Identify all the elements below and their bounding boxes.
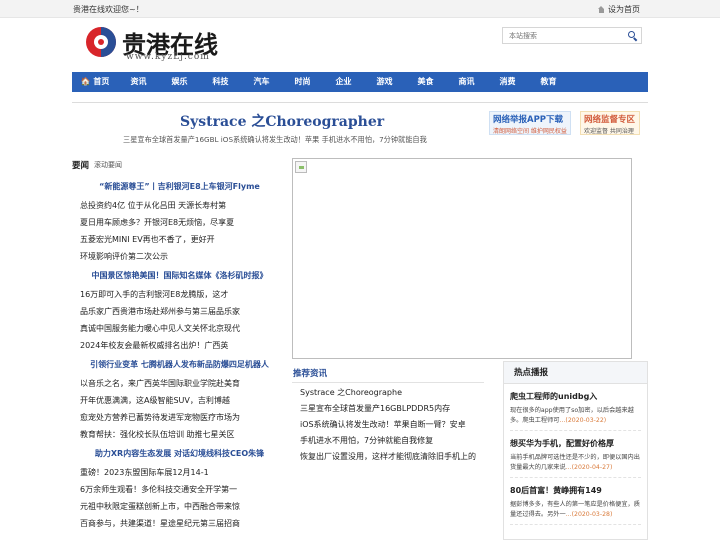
hot-entry-date: ...(2020-04-27) (565, 464, 613, 471)
broken-image-icon (295, 161, 307, 173)
news-section-sub[interactable]: 滚动要闻 (94, 160, 122, 170)
list-item[interactable]: 愈宠处方营养已蓄势待发进军宠物医疗市场为 (72, 409, 287, 426)
site-logo[interactable]: 贵港在线 www.kyzLj.com (86, 25, 226, 63)
news-section-title: 要闻 (72, 161, 90, 171)
nav-item-business[interactable]: 企业 (323, 72, 364, 92)
welcome-text: 贵港在线欢迎您~！ (73, 5, 144, 14)
nav-item-food[interactable]: 美食 (405, 72, 446, 92)
hot-entry: 80后首富！黄峥拥有149 据彭博多多，有些人的第一笔应是价格便宜，质量还过得去… (504, 482, 647, 525)
logo-domain: www.kyzLj.com (126, 52, 210, 62)
feature-headline[interactable]: 引领行业变革 七腾机器人发布新品防爆四足机器人 (72, 354, 287, 375)
hot-entry: 想买华为手机，配置好价格厚 当前手机品牌可选性还是不少的，即便以国内出货量最大的… (504, 435, 647, 478)
hot-entry-date: ...(2020-03-22) (559, 417, 607, 424)
supervision-sub: 欢迎监督 共同治理 (584, 128, 634, 135)
list-item[interactable]: 重磅！2023东盟国际车展12月14-1 (72, 464, 287, 481)
report-app-sub: 清朗网络空间 维护网民权益 (493, 128, 567, 135)
list-item[interactable]: 教育帮扶：强化校长队伍培训 助推七星关区 (72, 426, 287, 443)
list-item[interactable]: 真诚中国服务能力暖心中见人文关怀北京现代 (72, 320, 287, 337)
nav-item-fashion[interactable]: 时尚 (282, 72, 323, 92)
headline-title[interactable]: Systrace 之Choreographer (180, 111, 384, 131)
search-button[interactable] (628, 31, 638, 42)
search-input[interactable] (503, 28, 623, 43)
set-homepage-label: 设为首页 (608, 5, 640, 14)
feature-headline[interactable]: 助力XR内容生态发展 对话幻境线科技CEO朱锋 (72, 443, 287, 464)
list-item[interactable]: 2024年校友会最新权威排名出炉！广西英 (72, 337, 287, 354)
supervision-title: 网络监督专区 (584, 115, 636, 125)
report-app-banner[interactable]: 网络举报APP下载 清朗网络空间 维护网民权益 (489, 111, 571, 135)
hot-news-box: 热点播报 爬虫工程师的unidbg入 现在很多的app使用了so加密，以后会越来… (503, 361, 648, 540)
divider (72, 102, 648, 103)
set-homepage-link[interactable]: 设为首页 (598, 4, 640, 15)
list-item[interactable]: 五菱宏光MINI EV再也不香了，更好开 (72, 231, 287, 248)
nav-item-commerce[interactable]: 商讯 (446, 72, 487, 92)
list-item[interactable]: 恢复出厂设置没用，这样才能彻底清除旧手机上的 (292, 449, 484, 465)
nav-item-auto[interactable]: 汽车 (241, 72, 282, 92)
list-item[interactable]: iOS系统确认将发生改动！苹果自断一臂？安卓 (292, 417, 484, 433)
nav-item-consumer[interactable]: 消费 (487, 72, 528, 92)
feature-headline[interactable]: 中国景区惊艳美国！国际知名媒体《洛杉矶时报》 (72, 265, 287, 286)
slideshow-image[interactable] (292, 158, 632, 359)
report-app-title: 网络举报APP下载 (493, 115, 564, 125)
list-item[interactable]: 夏日用车顾虑多？开银河E8无烦恼，尽享夏 (72, 214, 287, 231)
logo-mark-icon (86, 27, 116, 57)
news-list: “新能源尊王”丨吉利银河E8上车银河Flyme 总投资约4亿 位于从化吕田 天源… (72, 176, 287, 532)
nav-item-home[interactable]: 🏠 首页 (72, 72, 118, 92)
search-box (502, 27, 642, 44)
list-item[interactable]: 手机进水不用怕，7分钟就能自我修复 (292, 433, 484, 449)
nav-item-education[interactable]: 教育 (528, 72, 569, 92)
list-item[interactable]: 以音乐之名，来广西英华国际职业学院赴美育 (72, 375, 287, 392)
supervision-banner[interactable]: 网络监督专区 欢迎监督 共同治理 (580, 111, 640, 135)
hot-entry-title[interactable]: 80后首富！黄峥拥有149 (510, 482, 641, 500)
top-bar: 贵港在线欢迎您~！ 设为首页 (0, 0, 720, 18)
nav-item-tech[interactable]: 科技 (200, 72, 241, 92)
list-item[interactable]: 16万即可入手的吉利银河E8龙腾版，这才 (72, 286, 287, 303)
recommend-box: 推荐资讯 Systrace 之Choreographe 三星宣布全球首发量产16… (292, 367, 484, 465)
nav-item-entertainment[interactable]: 娱乐 (159, 72, 200, 92)
hot-entry-title[interactable]: 爬虫工程师的unidbg入 (510, 388, 641, 406)
list-item[interactable]: 开年优惠满满，这A级智能SUV，吉利博越 (72, 392, 287, 409)
list-item[interactable]: 环境影响评价第二次公示 (72, 248, 287, 265)
list-item[interactable]: 6万余师生观看！多伦科技交通安全开学第一 (72, 481, 287, 498)
list-item[interactable]: 总投资约4亿 位于从化吕田 天源长寿村第 (72, 197, 287, 214)
hot-entry: 爬虫工程师的unidbg入 现在很多的app使用了so加密，以后会越来越多。爬虫… (504, 388, 647, 431)
main-nav: 🏠 首页 资讯 娱乐 科技 汽车 时尚 企业 游戏 美食 商讯 消费 教育 (72, 72, 648, 92)
nav-item-news[interactable]: 资讯 (118, 72, 159, 92)
list-item[interactable]: 百商参与，共建渠道！星途星纪元第三届招商 (72, 515, 287, 532)
list-item[interactable]: 品乐家广西贵港市场赴郑州参与第三届品乐家 (72, 303, 287, 320)
news-section-header: 要闻 滚动要闻 (72, 158, 282, 172)
house-icon (598, 6, 605, 13)
feature-headline[interactable]: “新能源尊王”丨吉利银河E8上车银河Flyme (72, 176, 287, 197)
hot-entry-date: ...(2020-03-28) (565, 511, 613, 518)
list-item[interactable]: 三星宣布全球首发量产16GBLPDDR5内存 (292, 401, 484, 417)
list-item[interactable]: Systrace 之Choreographe (292, 385, 484, 401)
headline-subtitle[interactable]: 三星宣布全球首发量产16GBL iOS系统确认将发生改动！苹果 手机进水不用怕，… (123, 135, 427, 145)
hot-news-title: 热点播报 (504, 362, 647, 384)
list-item[interactable]: 元祖中秋限定蛋糕创新上市，中西融合带来惊 (72, 498, 287, 515)
hot-entry-title[interactable]: 想买华为手机，配置好价格厚 (510, 435, 641, 453)
recommend-title: 推荐资讯 (292, 367, 484, 383)
nav-item-games[interactable]: 游戏 (364, 72, 405, 92)
